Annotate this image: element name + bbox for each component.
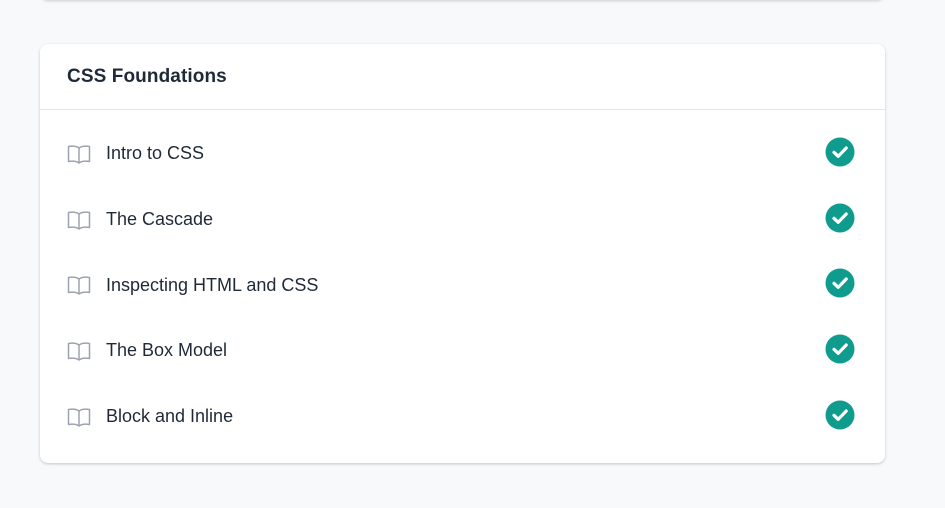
lesson-item-the-cascade[interactable]: The Cascade: [40, 187, 885, 253]
check-circle-icon: [825, 268, 855, 298]
lesson-item-inspecting-html-and-css[interactable]: Inspecting HTML and CSS: [40, 252, 885, 318]
lesson-title: Block and Inline: [106, 406, 234, 427]
book-open-icon: [67, 276, 91, 295]
check-circle-icon: [825, 400, 855, 430]
book-open-icon: [67, 210, 91, 230]
lesson-item-block-and-inline[interactable]: Block and Inline: [40, 384, 885, 450]
lesson-list: Intro to CSS The Cascade Inspecting HTML…: [40, 110, 885, 449]
lesson-title: Intro to CSS: [106, 143, 205, 164]
book-open-icon: [67, 342, 91, 361]
section-title: CSS Foundations: [67, 65, 227, 87]
book-open-icon: [67, 408, 91, 427]
lesson-title: The Box Model: [106, 340, 228, 361]
lesson-item-intro-to-css[interactable]: Intro to CSS: [40, 121, 885, 187]
section-card-css-foundations: CSS Foundations Intro to CSS The Cascade: [40, 44, 885, 463]
lesson-item-the-box-model[interactable]: The Box Model: [40, 318, 885, 384]
check-circle-icon: [825, 334, 855, 364]
book-open-icon: [67, 145, 91, 164]
section-header: CSS Foundations: [40, 44, 885, 110]
check-circle-icon: [825, 137, 855, 167]
lesson-title: The Cascade: [106, 209, 214, 230]
check-circle-icon: [825, 203, 855, 233]
lesson-title: Inspecting HTML and CSS: [106, 274, 319, 295]
